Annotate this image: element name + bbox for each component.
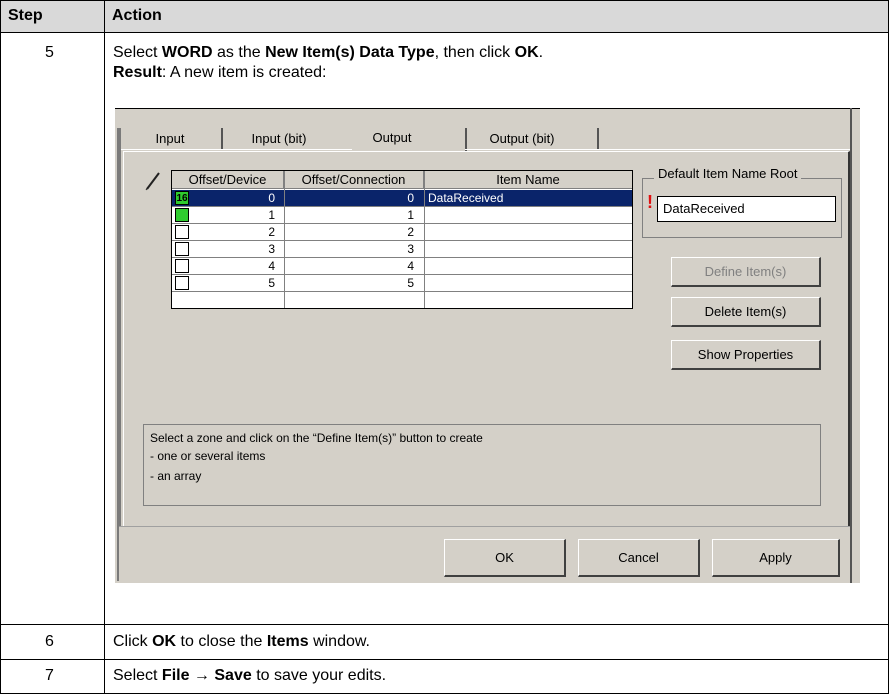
help-message-line: - one or several items — [150, 449, 266, 463]
offset-connection-cell: 2 — [407, 225, 414, 239]
action-header: Action — [112, 1, 162, 31]
step-5-line-1: Select WORD as the New Item(s) Data Type… — [113, 44, 544, 61]
show-properties-button[interactable]: Show Properties — [671, 340, 821, 370]
table-row[interactable]: 1 1 — [172, 207, 632, 224]
offset-connection-cell: 1 — [407, 208, 414, 222]
offset-device-cell: 2 — [268, 225, 275, 239]
ok-button[interactable]: OK — [444, 539, 566, 577]
offset-connection-cell: 5 — [407, 276, 414, 290]
item-name-cell: DataReceived — [428, 191, 504, 205]
offset-device-cell: 1 — [268, 208, 275, 222]
table-row[interactable]: 16 0 0 DataReceived — [172, 190, 632, 207]
column-offset-device[interactable]: Offset/Device — [172, 171, 284, 189]
help-message: Select a zone and click on the “Define I… — [143, 424, 821, 506]
help-message-line: - an array — [150, 469, 202, 483]
help-message-line: Select a zone and click on the “Define I… — [150, 431, 483, 445]
step-number: 5 — [45, 44, 54, 61]
offset-connection-cell: 0 — [407, 191, 414, 205]
default-item-name-root-label: Default Item Name Root — [654, 166, 802, 181]
offset-device-cell: 5 — [268, 276, 275, 290]
offset-connection-cell: 3 — [407, 242, 414, 256]
offset-device-cell: 3 — [268, 242, 275, 256]
step-number: 7 — [45, 667, 54, 684]
offset-connection-cell: 4 — [407, 259, 414, 273]
warning-icon: ! — [647, 192, 653, 212]
tab-input-bit[interactable]: Input (bit) — [223, 128, 335, 150]
tab-output[interactable]: Output — [352, 127, 432, 149]
offset-device-cell: 0 — [268, 191, 275, 205]
offset-device-cell: 4 — [268, 259, 275, 273]
column-offset-connection[interactable]: Offset/Connection — [284, 171, 424, 189]
cancel-button[interactable]: Cancel — [578, 539, 700, 577]
pencil-icon — [145, 172, 160, 191]
default-item-name-root-input[interactable]: DataReceived — [657, 196, 836, 222]
step-6-text: Click OK to close the Items window. — [113, 633, 370, 650]
step-header: Step — [8, 1, 43, 31]
define-items-button[interactable]: Define Item(s) — [671, 257, 821, 287]
tab-input[interactable]: Input — [135, 128, 205, 150]
step-number: 6 — [45, 633, 54, 650]
items-grid[interactable]: Offset/Device Offset/Connection Item Nam… — [171, 170, 633, 309]
table-row[interactable]: 2 2 — [172, 224, 632, 241]
column-item-name[interactable]: Item Name — [424, 171, 632, 189]
table-row[interactable]: 3 3 — [172, 241, 632, 258]
step-5-line-2: Result: A new item is created: — [113, 64, 327, 81]
table-row[interactable]: 4 4 — [172, 258, 632, 275]
tab-output-bit[interactable]: Output (bit) — [467, 128, 577, 150]
apply-button[interactable]: Apply — [712, 539, 840, 577]
delete-items-button[interactable]: Delete Item(s) — [671, 297, 821, 327]
table-row[interactable]: 5 5 — [172, 275, 632, 292]
step-7-text: Select File → Save to save your edits. — [113, 667, 387, 684]
